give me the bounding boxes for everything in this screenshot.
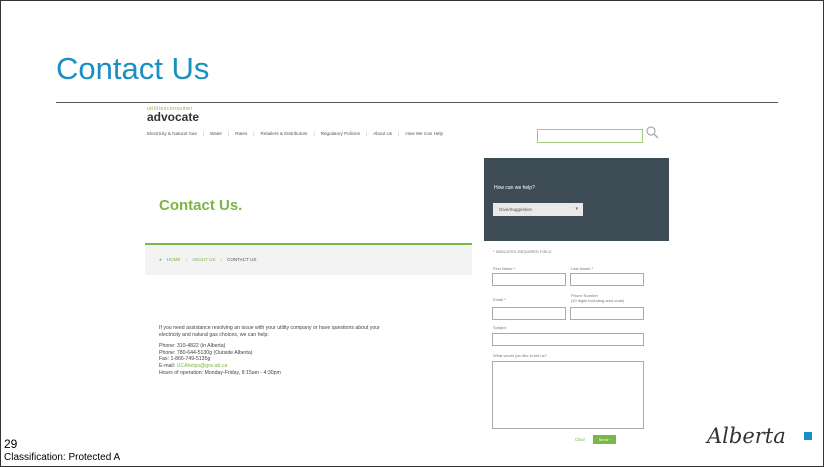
hero-title: Contact Us. bbox=[159, 197, 243, 214]
help-topic-select[interactable]: Give/Suggestion ▾ bbox=[493, 203, 583, 216]
alberta-logo-mark-icon bbox=[804, 432, 812, 440]
phone-field[interactable] bbox=[570, 307, 644, 320]
page-number: 29 bbox=[4, 437, 18, 451]
send-button[interactable]: Send › bbox=[593, 435, 616, 444]
help-question: How can we help? bbox=[494, 185, 535, 191]
nav-item-water[interactable]: Water bbox=[210, 131, 222, 136]
last-name-field[interactable] bbox=[570, 273, 644, 286]
email-line: E-mail: UCAhelps@gov.ab.ca bbox=[159, 363, 399, 370]
breadcrumb-separator-icon: › bbox=[185, 257, 188, 262]
breadcrumb-current: CONTACT US bbox=[227, 257, 257, 262]
first-name-field[interactable] bbox=[492, 273, 566, 286]
breadcrumb: ● HOME › ABOUT US › CONTACT US bbox=[145, 245, 472, 275]
message-label: What would you like to tell us? bbox=[493, 353, 547, 358]
search-icon[interactable] bbox=[645, 125, 659, 139]
last-name-label: Last Name * bbox=[571, 266, 594, 271]
site-logo: utilitiesconsumer advocate bbox=[147, 106, 199, 123]
hours-line: Hours of operation: Monday-Friday, 8:15a… bbox=[159, 369, 281, 376]
breadcrumb-home[interactable]: HOME bbox=[167, 257, 181, 262]
email-label: Email * bbox=[493, 297, 506, 302]
search-input[interactable] bbox=[537, 129, 643, 143]
hero-banner: Contact Us. bbox=[145, 163, 472, 243]
email-link[interactable]: UCAhelps@gov.ab.ca bbox=[177, 363, 228, 369]
home-icon: ● bbox=[159, 257, 162, 262]
phone-line-2: Phone: 780-644-5130g (Outside Alberta) bbox=[159, 349, 253, 356]
slide: Contact Us utilitiesconsumer advocate El… bbox=[0, 0, 824, 467]
nav-item-help[interactable]: How We Can Help bbox=[405, 131, 443, 136]
help-topic-value: Give/Suggestion bbox=[499, 207, 533, 212]
phone-hint: (10 digits including area code) bbox=[571, 298, 625, 303]
site-nav: Electricity & Natural Gas | Water | Rates |… bbox=[147, 131, 444, 136]
classification-label: Classification: Protected A bbox=[4, 452, 121, 463]
email-line-label: E-mail: bbox=[159, 362, 177, 369]
nav-item-rates[interactable]: Rates bbox=[235, 131, 247, 136]
nav-item-retailers[interactable]: Retailers & Distributors bbox=[261, 131, 308, 136]
alberta-logo: Alberta bbox=[707, 424, 786, 448]
phone-line-1: Phone: 310-4822 (in Alberta) bbox=[159, 343, 226, 350]
subject-field[interactable] bbox=[492, 333, 644, 346]
website-screenshot: utilitiesconsumer advocate Electricity &… bbox=[145, 103, 669, 461]
contact-info: If you need assistance resolving an issu… bbox=[159, 325, 399, 376]
slide-title: Contact Us bbox=[56, 51, 210, 86]
fax-line: Fax: 1-866-749-5135g bbox=[159, 356, 211, 363]
subject-label: Subject bbox=[493, 325, 507, 330]
breadcrumb-about[interactable]: ABOUT US bbox=[192, 257, 215, 262]
chevron-down-icon: ▾ bbox=[575, 206, 578, 212]
breadcrumb-separator-icon: › bbox=[220, 257, 223, 262]
nav-item-regulatory[interactable]: Regulatory Policies bbox=[321, 131, 360, 136]
site-logo-name: advocate bbox=[147, 110, 200, 124]
nav-item-electricity[interactable]: Electricity & Natural Gas bbox=[147, 131, 197, 136]
email-field[interactable] bbox=[492, 307, 566, 320]
nav-item-about[interactable]: About Us bbox=[373, 131, 392, 136]
intro-text: If you need assistance resolving an issu… bbox=[159, 325, 380, 338]
first-name-label: First Name * bbox=[493, 266, 516, 271]
message-textarea[interactable] bbox=[492, 361, 644, 429]
required-note: * INDICATES REQUIRED FIELD bbox=[493, 249, 552, 254]
clear-button[interactable]: Clear bbox=[575, 437, 585, 442]
help-panel: How can we help? Give/Suggestion ▾ bbox=[484, 158, 669, 241]
